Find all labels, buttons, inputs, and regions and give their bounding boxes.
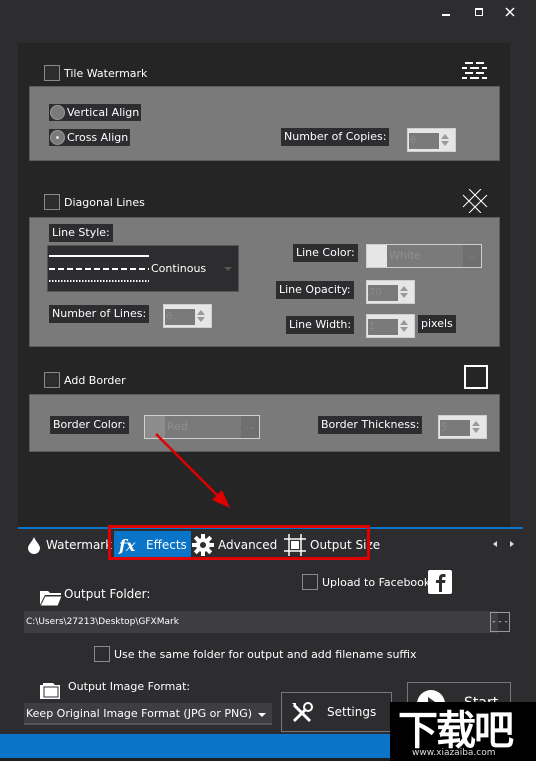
output-folder-label: Output Folder:	[64, 587, 151, 601]
image-folder-icon	[40, 683, 60, 699]
number-of-lines-spinner[interactable]: 6	[163, 304, 212, 328]
spin-up-icon[interactable]	[441, 134, 449, 139]
line-style-value: Continous	[151, 262, 207, 275]
checkbox-box[interactable]	[94, 646, 110, 662]
number-of-copies-spinner[interactable]: 6	[407, 128, 456, 152]
border-color-label: Border Color:	[50, 416, 129, 434]
add-border-label: Add Border	[64, 373, 126, 387]
square-border-icon	[464, 365, 488, 389]
output-format-dropdown[interactable]: Keep Original Image Format (JPG or PNG)	[24, 703, 272, 725]
spin-up-icon[interactable]	[472, 421, 480, 426]
spin-down-icon[interactable]	[400, 327, 408, 332]
spin-down-icon[interactable]	[197, 317, 205, 322]
spinner-value[interactable]: 6	[165, 309, 195, 325]
spin-up-icon[interactable]	[197, 310, 205, 315]
chevron-down-icon[interactable]	[224, 267, 232, 271]
radio-circle-selected[interactable]	[50, 130, 65, 145]
annotation-arrow	[155, 433, 230, 508]
spinner-value[interactable]: 5	[440, 420, 470, 436]
line-opacity-label: Line Opacity:	[276, 281, 354, 299]
cross-align-radio[interactable]: Cross Align	[49, 129, 131, 146]
output-format-label: Output Image Format:	[68, 680, 191, 693]
line-style-dropdown[interactable]: Continous	[47, 245, 239, 292]
same-folder-label: Use the same folder for output and add f…	[114, 647, 417, 661]
upload-facebook-label: Upload to Facebook	[322, 575, 431, 589]
diagonal-lines-checkbox[interactable]: Diagonal Lines	[44, 194, 145, 210]
spin-down-icon[interactable]	[400, 293, 408, 298]
site-watermark: 下载吧 www.xiazaiba.com	[390, 702, 536, 761]
number-of-lines-label: Number of Lines:	[49, 305, 150, 323]
checkbox-box[interactable]	[44, 372, 60, 388]
color-browse-button[interactable]: ...	[241, 416, 259, 438]
checkbox-box[interactable]	[302, 574, 318, 590]
line-color-picker[interactable]: White ...	[366, 244, 482, 268]
spin-down-icon[interactable]	[441, 141, 449, 146]
facebook-icon[interactable]	[428, 570, 452, 594]
line-width-spinner[interactable]: 1	[366, 314, 415, 338]
upload-facebook-checkbox[interactable]: Upload to Facebook	[302, 574, 430, 590]
checkbox-box[interactable]	[44, 65, 60, 81]
spin-up-icon[interactable]	[400, 320, 408, 325]
tile-pattern-icon	[462, 62, 487, 79]
tools-icon	[292, 702, 313, 723]
settings-label: Settings	[327, 705, 377, 719]
diagonal-lines-label: Diagonal Lines	[64, 195, 145, 209]
color-swatch	[367, 245, 387, 267]
checkbox-box[interactable]	[44, 194, 60, 210]
water-drop-icon	[28, 537, 40, 554]
radio-circle[interactable]	[50, 105, 65, 120]
scroll-right-icon[interactable]	[510, 541, 514, 547]
border-thickness-spinner[interactable]: 5	[438, 415, 487, 439]
tab-watermark[interactable]: Watermark	[22, 531, 116, 559]
line-opacity-spinner[interactable]: 70	[366, 280, 415, 304]
spinner-value[interactable]: 70	[368, 285, 398, 301]
cross-align-label: Cross Align	[67, 131, 129, 144]
highlight-box	[108, 525, 370, 560]
color-browse-button[interactable]: ...	[463, 245, 481, 267]
vertical-align-radio[interactable]: Vertical Align	[49, 104, 142, 121]
same-folder-checkbox[interactable]: Use the same folder for output and add f…	[94, 646, 417, 662]
line-style-label: Line Style:	[49, 224, 113, 242]
close-icon	[505, 7, 515, 17]
spinner-value[interactable]: 1	[368, 319, 398, 335]
line-color-value: White	[389, 249, 421, 262]
minimize-button[interactable]	[442, 6, 458, 20]
maximize-icon	[475, 8, 483, 16]
tile-watermark-checkbox[interactable]: Tile Watermark	[44, 65, 147, 81]
output-folder-path[interactable]: C:\Users\27213\Desktop\GFXMark	[24, 611, 498, 633]
tile-watermark-label: Tile Watermark	[64, 66, 148, 80]
minimize-icon	[442, 14, 450, 16]
tab-label: Watermark	[46, 538, 113, 552]
spin-up-icon[interactable]	[400, 286, 408, 291]
folder-icon	[39, 591, 63, 607]
pixels-unit-label: pixels	[418, 315, 456, 333]
browse-folder-button[interactable]: - - -	[490, 612, 510, 632]
number-of-copies-label: Number of Copies:	[281, 128, 390, 146]
diagonal-cross-icon	[462, 189, 488, 213]
close-button[interactable]	[505, 6, 521, 20]
settings-button[interactable]: Settings	[281, 692, 392, 732]
site-watermark-url: www.xiazaiba.com	[412, 748, 496, 758]
chevron-down-icon[interactable]	[258, 713, 266, 717]
spin-down-icon[interactable]	[472, 428, 480, 433]
scroll-left-icon[interactable]	[493, 541, 497, 547]
vertical-align-label: Vertical Align	[67, 106, 140, 119]
maximize-button[interactable]	[474, 6, 490, 20]
line-color-label: Line Color:	[293, 244, 358, 262]
add-border-checkbox[interactable]: Add Border	[44, 372, 126, 388]
line-width-label: Line Width:	[286, 316, 355, 334]
border-thickness-label: Border Thickness:	[318, 416, 423, 434]
output-format-value: Keep Original Image Format (JPG or PNG)	[26, 707, 253, 720]
spinner-value[interactable]: 6	[409, 133, 439, 149]
line-style-preview	[49, 255, 149, 282]
